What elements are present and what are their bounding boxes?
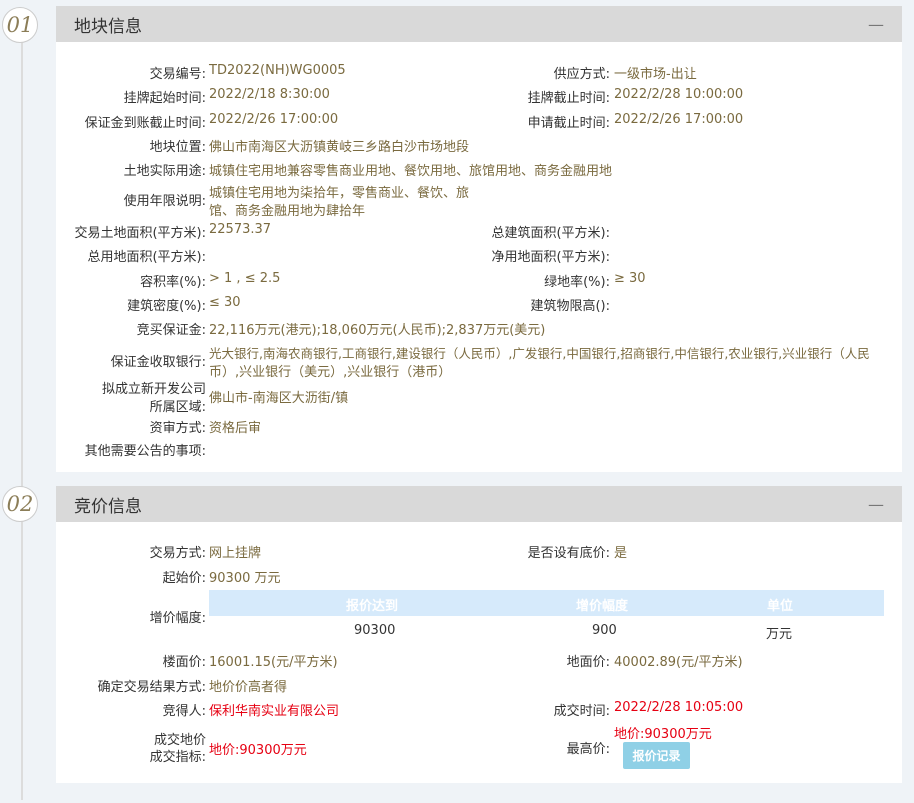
company-area-value: 佛山市-南海区大沥街/镇 [209,391,349,406]
apply-deadline-value: 2022/2/26 17:00:00 [614,112,744,127]
total-build-area-label: 总建筑面积(平方米): [491,226,610,241]
result-mode-value: 地价价高者得 [209,680,288,695]
land-area-label: 交易土地面积(平方米): [74,226,206,241]
listing-start-label: 挂牌起始时间: [123,91,206,106]
reserve-label: 是否设有底价: [527,546,610,561]
deal-time-value: 2022/2/28 10:05:00 [614,700,744,715]
bid-deposit-value: 22,116万元(港元);18,060万元(人民币);2,837万元(美元) [209,323,546,338]
deal-label-line2: 成交指标: [149,750,206,765]
bid-record-button[interactable]: 报价记录 [623,742,690,769]
bank-value-line1: 光大银行,南海农商银行,工商银行,建设银行（人民币）,广发银行,中国银行,招商银… [209,346,870,361]
trade-no-value: TD2022(NH)WG0005 [209,63,346,78]
company-area-label-line1: 拟成立新开发公司 [101,382,206,397]
reserve-value: 是 [614,546,628,561]
max-price-value: 地价:90300万元 [614,727,712,742]
location-label: 地块位置: [149,140,206,155]
step-number-1: 01 [2,7,38,43]
bid-info-panel: 竞价信息 — 交易方式: 网上挂牌 是否设有底价: 是 起始价: 90300 万… [56,486,902,783]
bank-value-line2: 币）,兴业银行（美元）,兴业银行（港币） [209,365,452,380]
increment-cell-step: 900 [592,623,617,638]
deposit-deadline-label: 保证金到账截止时间: [84,116,206,131]
usage-label: 土地实际用途: [123,164,206,179]
trade-mode-value: 网上挂牌 [209,546,262,561]
col-header-increment: 增价幅度 [576,599,629,614]
location-value: 佛山市南海区大沥镇黄岐三乡路白沙市场地段 [209,140,470,155]
bid-info-title: 竞价信息 [74,496,142,517]
total-used-area-label: 总用地面积(平方米): [87,250,206,265]
review-value: 资格后审 [209,421,262,436]
col-header-price-reached: 报价达到 [346,599,399,614]
increment-table-header: 报价达到 增价幅度 单位 [209,590,884,616]
bid-deposit-label: 竞买保证金: [136,323,206,338]
company-area-label-line2: 所属区域: [149,400,206,415]
land-price-label: 地面价: [566,655,610,670]
collapse-icon[interactable]: — [868,15,884,34]
bid-info-header: 竞价信息 — [56,486,902,522]
deposit-deadline-value: 2022/2/26 17:00:00 [209,112,339,127]
winner-label: 竞得人: [162,704,206,719]
other-label: 其他需要公告的事项: [84,444,206,459]
deal-value: 地价:90300万元 [209,743,307,758]
green-rate-label: 绿地率(%): [544,275,610,290]
far-label: 容积率(%): [140,275,206,290]
term-value-line2: 馆、商务金融用地为肆拾年 [209,204,366,219]
listing-start-value: 2022/2/18 8:30:00 [209,87,330,102]
land-info-header: 地块信息 — [56,6,902,42]
collapse-icon[interactable]: — [868,495,884,514]
review-label: 资审方式: [149,421,206,436]
height-limit-label: 建筑物限高(): [530,299,610,314]
increment-cell-unit: 万元 [766,627,793,642]
max-price-label: 最高价: [566,742,610,757]
far-value: > 1 , ≤ 2.5 [209,271,281,286]
term-value-line1: 城镇住宅用地为柒拾年，零售商业、餐饮、旅 [209,186,470,201]
floor-price-label: 楼面价: [162,655,206,670]
apply-deadline-label: 申请截止时间: [527,116,610,131]
col-header-unit: 单位 [767,599,794,614]
trade-mode-label: 交易方式: [149,546,206,561]
net-land-area-label: 净用地面积(平方米): [491,250,610,265]
increment-label: 增价幅度: [149,611,206,626]
land-price-value: 40002.89(元/平方米) [614,655,743,670]
term-label: 使用年限说明: [123,194,206,209]
supply-mode-value: 一级市场-出让 [614,67,697,82]
increment-cell-price: 90300 [354,623,396,638]
timeline-line [21,40,23,800]
green-rate-value: ≥ 30 [614,271,646,286]
density-label: 建筑密度(%): [127,299,206,314]
listing-end-label: 挂牌截止时间: [527,91,610,106]
land-info-panel: 地块信息 — 交易编号: TD2022(NH)WG0005 供应方式: 一级市场… [56,6,902,472]
land-info-title: 地块信息 [74,16,142,37]
usage-value: 城镇住宅用地兼容零售商业用地、餐饮用地、旅馆用地、商务金融用地 [209,164,613,179]
supply-mode-label: 供应方式: [553,67,610,82]
trade-no-label: 交易编号: [149,67,206,82]
density-value: ≤ 30 [209,295,241,310]
result-mode-label: 确定交易结果方式: [97,680,206,695]
deal-time-label: 成交时间: [553,704,610,719]
floor-price-value: 16001.15(元/平方米) [209,655,338,670]
start-price-value: 90300 万元 [209,571,281,586]
winner-value: 保利华南实业有限公司 [209,704,340,719]
bank-label: 保证金收取银行: [110,355,206,370]
land-area-value: 22573.37 [209,222,272,237]
step-number-2: 02 [2,486,38,522]
start-price-label: 起始价: [162,571,206,586]
listing-end-value: 2022/2/28 10:00:00 [614,87,744,102]
